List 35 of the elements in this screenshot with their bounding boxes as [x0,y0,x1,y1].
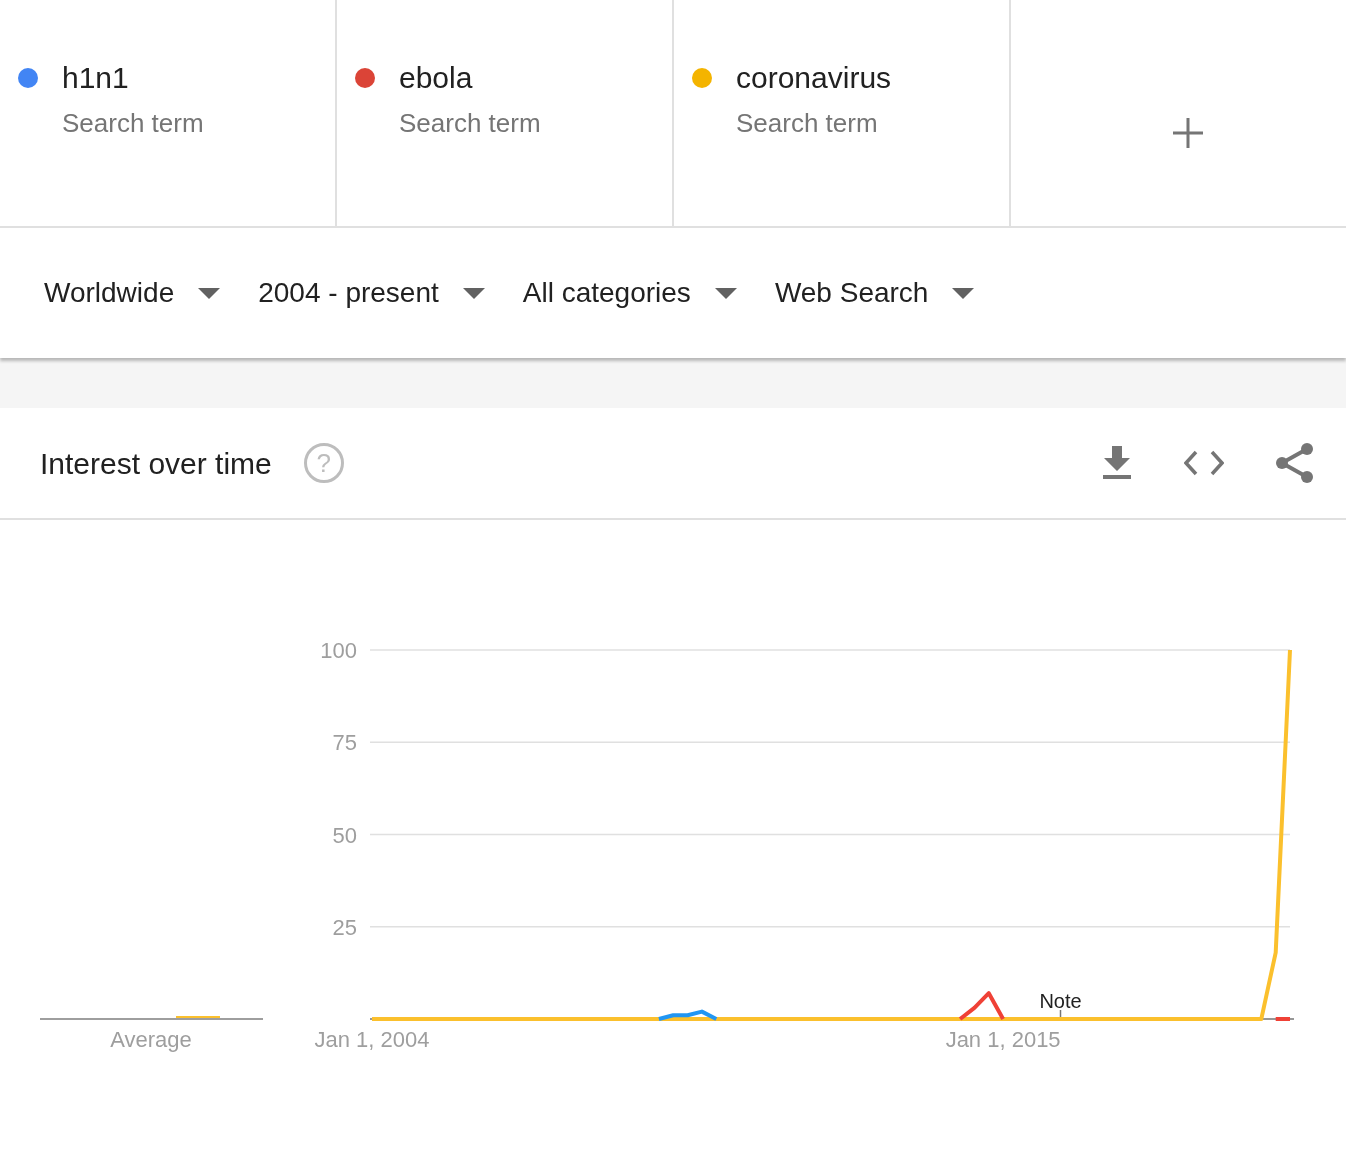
term-name: ebola [399,60,474,96]
search-term-tab[interactable]: ebola Search term [337,0,674,226]
note-marker [1059,1009,1062,1020]
term-subtitle: Search term [62,107,204,140]
share-icon [1276,443,1314,483]
filter-dropdown[interactable]: 2004 - present [258,272,485,314]
term-subtitle: Search term [399,107,541,140]
chart-note: Note [1039,990,1082,1012]
caret-icon [952,287,975,299]
y-axis-label: 50 [332,822,357,848]
average-label: Average [110,1027,192,1052]
search-term-tab[interactable]: coronavirus Search term [674,0,1011,226]
caret-icon [714,287,737,299]
download-icon [1102,446,1132,480]
term-name: h1n1 [62,60,130,96]
x-axis-label: Jan 1, 2004 [314,1027,430,1052]
x-axis-label: Jan 1, 2015 [945,1027,1061,1052]
search-term-tab[interactable]: h1n1 Search term [0,0,337,226]
filter-dropdown[interactable]: Worldwide [44,272,221,314]
share-button[interactable] [1276,443,1314,483]
caret-icon [198,287,221,299]
y-axis-label: 100 [320,638,357,663]
term-name: coronavirus [736,60,892,96]
code-icon [1184,450,1224,476]
y-axis-label: 75 [332,730,357,756]
term-subtitle: Search term [736,107,879,140]
y-axis-label: 25 [332,914,357,940]
filter-dropdown[interactable]: Web Search [774,272,975,314]
filter-dropdown[interactable]: All categories [522,272,737,314]
add-term-button[interactable] [1172,118,1203,148]
plus-icon [1172,118,1203,148]
caret-icon [462,287,485,299]
card-title: Interest over time [40,445,272,482]
embed-button[interactable] [1184,450,1224,476]
download-button[interactable] [1102,446,1132,480]
